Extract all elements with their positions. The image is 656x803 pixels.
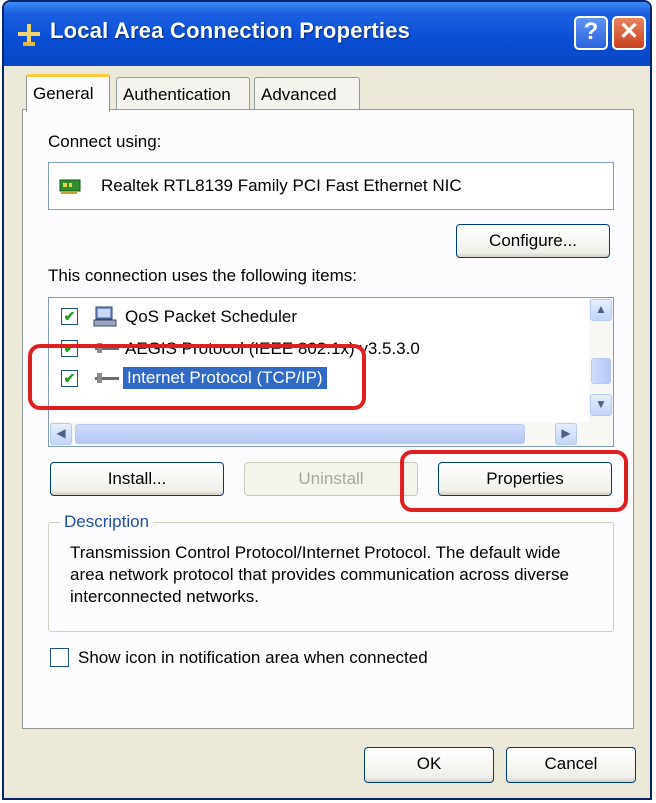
tcpip-highlight-marker [28, 344, 366, 410]
network-connection-icon [18, 24, 40, 46]
adapter-box: Realtek RTL8139 Family PCI Fast Ethernet… [48, 162, 614, 210]
scroll-left-icon[interactable]: ◀ [50, 423, 72, 445]
tab-advanced[interactable]: Advanced [254, 77, 360, 111]
properties-highlight-marker [400, 450, 628, 512]
ok-button[interactable]: OK [364, 747, 494, 783]
show-icon-label: Show icon in notification area when conn… [78, 648, 428, 667]
window-title: Local Area Connection Properties [50, 18, 411, 43]
close-button[interactable]: ✕ [612, 16, 646, 50]
adapter-name: Realtek RTL8139 Family PCI Fast Ethernet… [101, 176, 462, 195]
properties-dialog: Local Area Connection Properties ? ✕ Gen… [2, 0, 652, 800]
horizontal-scrollbar[interactable]: ◀ ▶ [49, 422, 613, 446]
vertical-scroll-thumb[interactable] [591, 358, 611, 384]
horizontal-scroll-thumb[interactable] [75, 424, 525, 444]
configure-button[interactable]: Configure... [456, 224, 610, 258]
items-label: This connection uses the following items… [48, 266, 357, 285]
scheduler-icon [93, 306, 117, 327]
help-button[interactable]: ? [574, 16, 608, 50]
cancel-button[interactable]: Cancel [506, 747, 636, 783]
network-adapter-icon [59, 179, 81, 194]
vertical-scrollbar[interactable]: ▲ ▼ [589, 298, 613, 424]
item-label: QoS Packet Scheduler [125, 307, 297, 326]
title-bar[interactable]: Local Area Connection Properties ? ✕ [4, 2, 650, 66]
description-title: Description [60, 512, 154, 532]
tab-authentication[interactable]: Authentication [116, 77, 250, 111]
tab-general[interactable]: General [26, 74, 110, 112]
show-icon-checkbox[interactable] [50, 648, 69, 667]
scroll-up-icon[interactable]: ▲ [590, 299, 612, 321]
list-item[interactable]: ✔ QoS Packet Scheduler [49, 304, 579, 330]
item-checkbox[interactable]: ✔ [61, 308, 78, 325]
install-button[interactable]: Install... [50, 462, 224, 496]
connect-using-label: Connect using: [48, 132, 162, 151]
uninstall-button[interactable]: Uninstall [244, 462, 418, 496]
description-text: Transmission Control Protocol/Internet P… [70, 543, 569, 606]
scroll-right-icon[interactable]: ▶ [555, 423, 577, 445]
scroll-down-icon[interactable]: ▼ [590, 394, 612, 416]
